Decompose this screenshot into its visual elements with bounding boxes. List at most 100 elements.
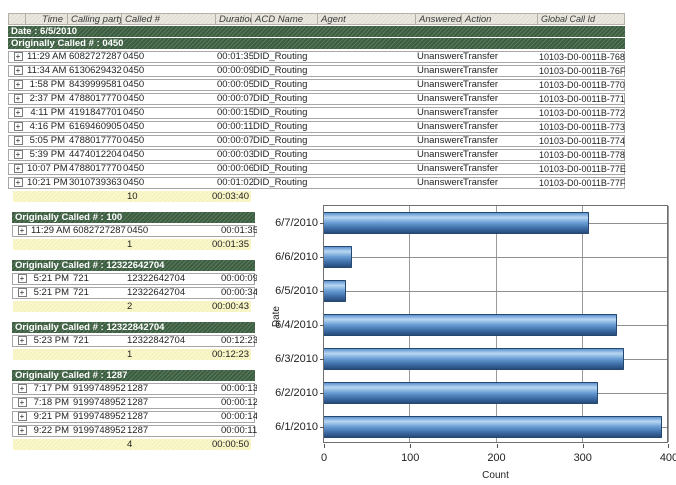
group-summary-row: 200:00:43: [13, 301, 251, 312]
column-header-duration: Duration: [216, 13, 252, 25]
summary-spacer: [13, 349, 127, 360]
cell-global-call-id: 10103-D0-0011B-774: [539, 136, 626, 146]
cell-calling-party: 6169460905: [69, 122, 123, 132]
cell-acd-name: DID_Routing: [253, 178, 319, 188]
y-axis-tick: [320, 257, 324, 258]
y-axis-tick: [320, 359, 324, 360]
y-axis-tick-label: 6/5/2010: [258, 285, 318, 297]
cell-called: 1287: [127, 412, 221, 422]
cell-called: 0450: [123, 178, 217, 188]
table-row: +9:22 PM9199748952128700:00:11: [12, 425, 255, 437]
cell-called: 0450: [123, 164, 217, 174]
call-count-bar-chart: Date 01002003004006/7/20106/6/20106/5/20…: [270, 198, 674, 483]
expand-icon[interactable]: +: [14, 108, 23, 117]
expand-cell: +: [9, 108, 27, 118]
y-axis-tick-label: 6/6/2010: [258, 251, 318, 263]
cell-global-call-id: 10103-D0-0011B-771: [539, 94, 626, 104]
expand-cell: +: [9, 164, 27, 174]
group-total-duration: 00:00:50: [212, 439, 251, 450]
expand-icon[interactable]: +: [18, 384, 27, 393]
cell-time: 11:29 AM: [31, 226, 73, 236]
expand-icon[interactable]: +: [18, 226, 27, 235]
summary-spacer: [13, 239, 127, 250]
cell-called: 12322642704: [127, 288, 221, 298]
cell-acd-name: DID_Routing: [253, 108, 319, 118]
cell-action: Transfer: [463, 80, 539, 90]
cell-action: Transfer: [463, 66, 539, 76]
x-axis-tick-label: 200: [477, 452, 517, 464]
expand-icon[interactable]: +: [14, 150, 23, 159]
bar-6-2-2010: [324, 382, 598, 404]
y-axis-tick-label: 6/3/2010: [258, 353, 318, 365]
cell-answered: Unanswered: [417, 136, 463, 146]
expand-icon[interactable]: +: [14, 52, 23, 61]
cell-called: 0450: [123, 94, 217, 104]
expand-icon[interactable]: +: [18, 288, 27, 297]
expand-cell: +: [13, 274, 31, 284]
cell-duration: 00:00:09: [217, 66, 253, 76]
cell-calling-party: 8439999581: [69, 80, 123, 90]
cell-calling-party: 4474012204: [69, 150, 123, 160]
group-header-band: Originally Called # : 12322642704: [12, 260, 255, 271]
cell-time: 7:17 PM: [31, 384, 73, 394]
chart-category-band: 6/7/2010: [324, 206, 667, 240]
cell-called: 0450: [127, 226, 221, 236]
cell-global-call-id: 10103-D0-0011B-768: [539, 52, 626, 62]
cell-duration: 00:00:11: [217, 122, 253, 132]
cell-duration: 00:01:35: [217, 52, 253, 62]
column-header-row: Time Calling party # Called # Duration A…: [8, 13, 625, 25]
cell-duration: 00:01:35: [221, 226, 257, 236]
cell-called: 0450: [123, 108, 217, 118]
bar-6-1-2010: [324, 416, 662, 438]
bar-6-7-2010: [324, 212, 589, 234]
y-axis-tick-label: 6/4/2010: [258, 319, 318, 331]
x-axis-tick: [497, 444, 498, 448]
expand-icon[interactable]: +: [18, 398, 27, 407]
cell-global-call-id: 10103-D0-0011B-77F: [539, 178, 626, 188]
expand-icon[interactable]: +: [14, 164, 23, 173]
group-total-duration: 00:01:35: [212, 239, 251, 250]
group-header-band: Originally Called # : 1287: [12, 370, 255, 381]
cell-called: 12322642704: [127, 274, 221, 284]
expand-icon[interactable]: +: [18, 426, 27, 435]
bar-6-3-2010: [324, 348, 624, 370]
expand-icon[interactable]: +: [18, 412, 27, 421]
x-axis-tick: [324, 444, 325, 448]
cell-answered: Unanswered: [417, 178, 463, 188]
cell-called: 1287: [127, 398, 221, 408]
expand-cell: +: [9, 136, 27, 146]
cell-action: Transfer: [463, 52, 539, 62]
y-axis-tick-label: 6/7/2010: [258, 217, 318, 229]
expand-icon[interactable]: +: [14, 136, 23, 145]
group-header-band: Originally Called # : 12322842704: [12, 322, 255, 333]
expand-icon[interactable]: +: [14, 66, 23, 75]
cell-time: 5:39 PM: [27, 150, 69, 160]
expand-icon[interactable]: +: [14, 178, 23, 187]
expand-icon[interactable]: +: [18, 336, 27, 345]
table-row: +1:58 PM8439999581045000:00:05DID_Routin…: [8, 79, 625, 91]
cell-duration: 00:01:02: [217, 178, 253, 188]
x-axis-tick-label: 100: [390, 452, 430, 464]
expand-icon[interactable]: +: [14, 80, 23, 89]
group-call-count: 2: [127, 301, 132, 312]
cell-calling-party: 721: [73, 274, 127, 284]
summary-spacer: [13, 301, 127, 312]
expand-icon[interactable]: +: [14, 94, 23, 103]
cell-calling-party: 721: [73, 336, 127, 346]
chart-category-band: 6/6/2010: [324, 240, 667, 274]
cell-global-call-id: 10103-D0-0011B-773: [539, 122, 626, 132]
x-axis-tick-label: 300: [563, 452, 603, 464]
summary-spacer: [13, 439, 127, 450]
cell-answered: Unanswered: [417, 94, 463, 104]
expand-cell: +: [13, 426, 31, 436]
cell-acd-name: DID_Routing: [253, 122, 319, 132]
cell-calling-party: 6082727287: [69, 52, 123, 62]
cell-duration: 00:00:07: [217, 94, 253, 104]
cell-time: 5:21 PM: [31, 274, 73, 284]
call-group: Originally Called # : 0450+11:29 AM60827…: [8, 38, 625, 202]
cell-called: 1287: [127, 384, 221, 394]
expand-icon[interactable]: +: [14, 122, 23, 131]
expand-icon[interactable]: +: [18, 274, 27, 283]
table-row: +7:17 PM9199748952128700:00:13: [12, 383, 255, 395]
chart-x-axis-title: Count: [323, 470, 668, 481]
